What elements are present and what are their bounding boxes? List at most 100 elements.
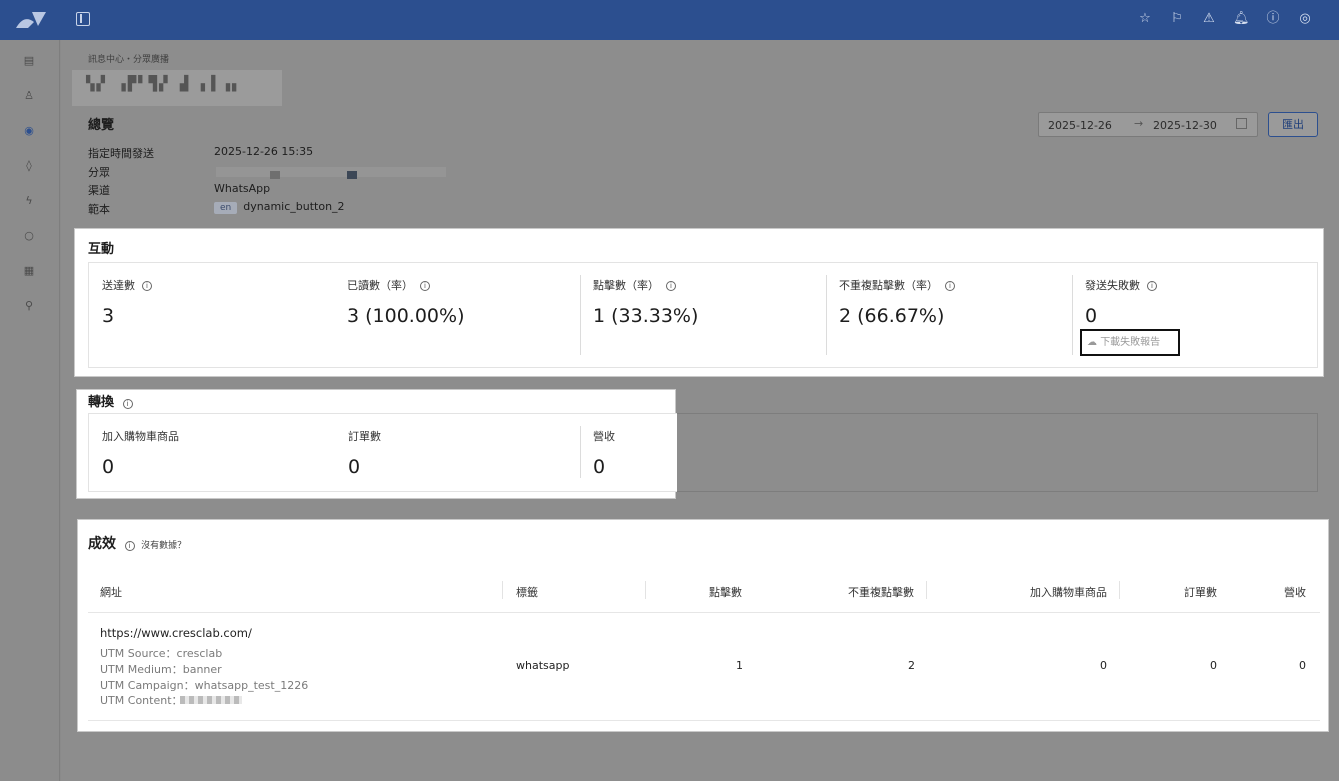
info-value-schedule: 2025-12-26 15:35 — [214, 145, 314, 158]
info-icon[interactable]: i — [1147, 281, 1157, 291]
language-tag: en — [214, 202, 238, 214]
info-label-schedule: 指定時間發送 — [88, 147, 154, 160]
performance-card — [77, 519, 1329, 732]
stat-value: 2 (66.67%) — [839, 305, 945, 327]
row-clicks: 1 — [736, 659, 743, 672]
stat-clicks: 點擊數（率） i 1 (33.33%) — [580, 263, 826, 367]
divider — [502, 581, 503, 599]
export-button[interactable]: 匯出 — [1268, 112, 1318, 137]
top-bar: ☆ ⚐ ⚠ 🔔︎ ⓘ ◎ — [0, 0, 1339, 40]
date-range-picker[interactable]: 2025-12-26 → 2025-12-30 — [1038, 112, 1258, 137]
stat-label: 已讀數（率） — [347, 279, 413, 292]
stat-value: 0 — [348, 456, 361, 478]
stat-label: 不重複點擊數（率） — [839, 279, 938, 292]
conversion-title: 轉換 — [88, 395, 115, 410]
stat-add-to-cart: 加入購物車商品 0 — [89, 414, 335, 491]
row-divider — [88, 720, 1320, 721]
utm-medium: UTM Medium：banner — [100, 663, 222, 676]
segment-redacted-block — [347, 171, 357, 179]
info-label-segment: 分眾 — [88, 166, 110, 179]
stat-value: 3 (100.00%) — [347, 305, 465, 327]
stat-value: 0 — [102, 456, 115, 478]
stat-read: 已讀數（率） i 3 (100.00%) — [334, 263, 579, 367]
sidebar-toggle-icon[interactable] — [76, 12, 90, 26]
row-url[interactable]: https://www.cresclab.com/ — [100, 626, 252, 640]
utm-source: UTM Source：cresclab — [100, 647, 223, 660]
conversion-stats: 加入購物車商品 0 訂單數 0 營收 0 — [88, 413, 677, 492]
divider — [926, 581, 927, 599]
col-revenue: 營收 — [1284, 586, 1306, 599]
info-value-channel: WhatsApp — [214, 182, 271, 195]
divider — [645, 581, 646, 599]
row-tag: whatsapp — [516, 659, 570, 672]
info-label-channel: 渠道 — [88, 184, 110, 197]
calendar-icon[interactable] — [1236, 118, 1247, 129]
info-label-template: 範本 — [88, 203, 110, 216]
stat-label: 送達數 — [102, 279, 135, 292]
info-icon[interactable]: i — [666, 281, 676, 291]
chat-icon[interactable]: ○ — [22, 229, 36, 243]
stat-label: 訂單數 — [348, 430, 381, 443]
stat-unique-clicks: 不重複點擊數（率） i 2 (66.67%) — [826, 263, 1072, 367]
integration-icon[interactable]: ⚲ — [22, 299, 36, 313]
sidebar: ▤ ♙ ◉ ◊ ϟ ○ ▦ ⚲ — [0, 40, 60, 781]
utm-content: UTM Content： — [100, 694, 183, 707]
utm-content-redacted — [180, 696, 242, 704]
no-data-link[interactable]: 沒有數據？ — [141, 541, 186, 551]
table-header: 網址 標籤 點擊數 不重複點擊數 加入購物車商品 訂單數 營收 — [88, 578, 1320, 613]
interaction-title: 互動 — [88, 242, 115, 257]
stat-orders: 訂單數 0 — [335, 414, 580, 491]
account-icon[interactable]: ◎ — [1297, 10, 1313, 28]
conversion-area-overlay — [675, 413, 1318, 492]
col-tag: 標籤 — [516, 586, 538, 599]
stat-value: 0 — [1085, 305, 1098, 327]
row-add-to-cart: 0 — [1100, 659, 1107, 672]
col-unique-clicks: 不重複點擊數 — [848, 586, 914, 599]
divider — [1119, 581, 1120, 599]
info-icon[interactable]: i — [420, 281, 430, 291]
conversion-card: 轉換 i 加入購物車商品 0 訂單數 0 營收 0 — [76, 389, 677, 499]
col-url: 網址 — [100, 586, 122, 599]
report-icon[interactable]: ▦ — [22, 264, 36, 278]
cloud-download-icon: ☁ — [1087, 337, 1097, 348]
date-end[interactable]: 2025-12-30 — [1153, 119, 1217, 132]
info-icon[interactable]: i — [124, 541, 135, 551]
row-unique-clicks: 2 — [908, 659, 915, 672]
download-failure-report-button[interactable]: ☁ 下載失敗報告 — [1080, 329, 1180, 356]
dashboard-icon[interactable]: ▤ — [22, 54, 36, 68]
campaign-icon[interactable]: ◊ — [22, 159, 36, 173]
bell-icon[interactable]: 🔔︎ — [1233, 10, 1250, 28]
info-icon[interactable]: i — [122, 399, 133, 409]
flag-icon[interactable]: ⚐ — [1169, 10, 1185, 28]
template-name: dynamic_button_2 — [243, 200, 345, 213]
info-value-template: en dynamic_button_2 — [214, 200, 345, 214]
broadcast-icon[interactable]: ◉ — [22, 124, 36, 138]
col-add-to-cart: 加入購物車商品 — [1030, 586, 1107, 599]
stat-value: 1 (33.33%) — [593, 305, 699, 327]
info-icon[interactable]: i — [945, 281, 955, 291]
star-icon[interactable]: ☆ — [1137, 10, 1153, 28]
info-icon[interactable]: i — [142, 281, 152, 291]
segment-redacted — [216, 167, 446, 177]
automation-icon[interactable]: ϟ — [22, 194, 36, 208]
stat-label: 點擊數（率） — [593, 279, 659, 292]
performance-title: 成效 — [88, 536, 116, 552]
date-start[interactable]: 2025-12-26 — [1048, 119, 1112, 132]
stat-value: 3 — [102, 305, 115, 327]
stat-label: 加入購物車商品 — [102, 430, 179, 443]
overview-title: 總覽 — [88, 118, 115, 133]
stat-label: 發送失敗數 — [1085, 279, 1140, 292]
page-title-redacted: ▚▞ ▗▛▘▜▞ ▟ ▖▌▗▖ — [86, 76, 243, 92]
download-label: 下載失敗報告 — [1100, 337, 1161, 348]
logo-icon[interactable] — [14, 8, 48, 32]
col-orders: 訂單數 — [1184, 586, 1217, 599]
breadcrumb[interactable]: 訊息中心・分眾廣播 — [88, 52, 169, 65]
warning-icon[interactable]: ⚠ — [1201, 10, 1217, 28]
stat-revenue: 營收 0 — [580, 414, 678, 491]
contacts-icon[interactable]: ♙ — [22, 89, 36, 103]
arrow-right-icon: → — [1134, 117, 1144, 130]
col-clicks: 點擊數 — [709, 586, 742, 599]
segment-redacted-block — [270, 171, 280, 179]
help-icon[interactable]: ⓘ — [1265, 10, 1281, 28]
utm-campaign: UTM Campaign：whatsapp_test_1226 — [100, 679, 309, 692]
